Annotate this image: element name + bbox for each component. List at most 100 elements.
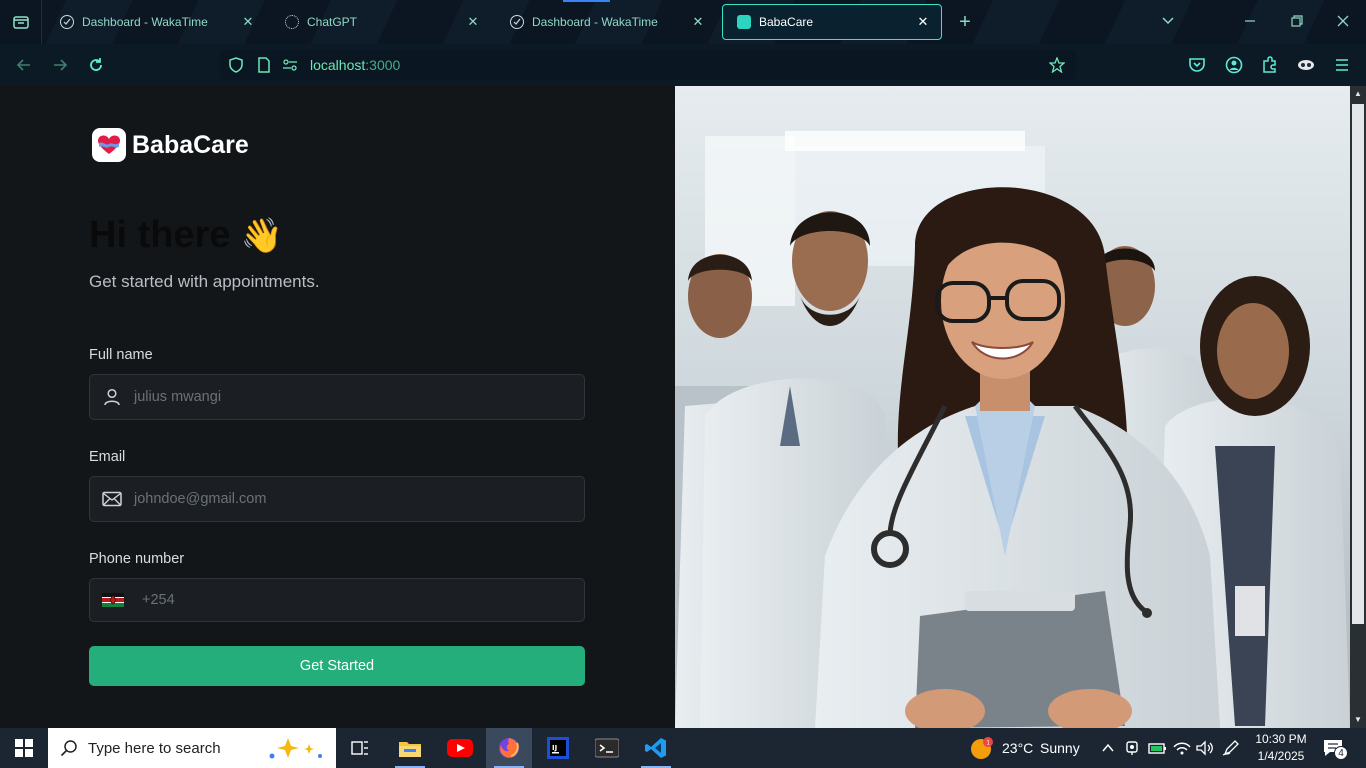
extension-profile-button[interactable] xyxy=(1294,53,1318,77)
battery-icon[interactable] xyxy=(1148,740,1168,761)
terminal-icon xyxy=(595,738,619,758)
close-tab-icon[interactable]: ✕ xyxy=(465,14,481,30)
youtube-button[interactable] xyxy=(437,728,483,768)
windows-logo-icon xyxy=(15,739,33,757)
page-info-icon[interactable] xyxy=(256,57,272,73)
arrow-right-icon xyxy=(54,59,68,71)
scrollbar-thumb[interactable] xyxy=(1352,104,1364,624)
phone-field[interactable]: +254 xyxy=(89,578,585,622)
terminal-button[interactable] xyxy=(584,728,630,768)
doctors-illustration xyxy=(675,86,1350,728)
intellij-button[interactable]: IJ xyxy=(535,728,581,768)
doctors-hero-image xyxy=(675,86,1350,728)
youtube-icon xyxy=(447,739,473,757)
address-bar[interactable]: localhost:3000 xyxy=(220,50,1076,80)
search-highlight-icon xyxy=(269,738,322,759)
back-button[interactable] xyxy=(12,53,36,77)
pocket-button[interactable] xyxy=(1185,53,1209,77)
restore-icon xyxy=(1291,15,1303,27)
pocket-icon xyxy=(1189,58,1205,72)
permissions-icon[interactable] xyxy=(282,57,298,73)
sun-icon: 1 xyxy=(971,737,993,759)
wakatime-icon xyxy=(60,15,74,29)
tab-babacare[interactable]: BabaCare ✕ xyxy=(722,4,942,40)
start-button[interactable] xyxy=(0,728,48,768)
show-hidden-icons-button[interactable] xyxy=(1100,740,1116,761)
wifi-icon[interactable] xyxy=(1173,740,1191,761)
reload-icon xyxy=(90,58,102,71)
page-heading: Hi there 👋 xyxy=(89,214,283,257)
list-all-tabs-button[interactable] xyxy=(1156,10,1180,34)
user-icon xyxy=(90,375,134,419)
reload-button[interactable] xyxy=(84,53,108,77)
pen-icon[interactable] xyxy=(1222,740,1240,761)
close-window-button[interactable] xyxy=(1331,10,1355,34)
close-tab-icon[interactable]: ✕ xyxy=(240,14,256,30)
url-host: localhost xyxy=(310,57,366,73)
account-button[interactable] xyxy=(1222,53,1246,77)
get-started-button[interactable]: Get Started xyxy=(89,646,585,686)
tab-title: Dashboard - WakaTime xyxy=(532,15,658,29)
minimize-window-button[interactable] xyxy=(1238,10,1262,34)
shield-icon[interactable] xyxy=(228,57,244,73)
wakatime-icon xyxy=(510,15,524,29)
tab-wakatime-1[interactable]: Dashboard - WakaTime ✕ xyxy=(46,4,266,40)
tab-title: BabaCare xyxy=(759,15,814,29)
windows-taskbar: Type here to search IJ 1 23°C Sunny 10:3… xyxy=(0,728,1366,768)
system-clock[interactable]: 10:30 PM 1/4/2025 xyxy=(1250,731,1312,765)
tab-wakatime-2[interactable]: Dashboard - WakaTime ✕ xyxy=(496,4,716,40)
phone-input[interactable]: +254 xyxy=(142,592,175,608)
url-port: :3000 xyxy=(365,57,401,73)
email-input[interactable]: johndoe@gmail.com xyxy=(134,491,266,507)
tab-title: ChatGPT xyxy=(307,15,358,29)
puzzle-icon xyxy=(1263,56,1276,73)
extensions-button[interactable] xyxy=(1258,53,1282,77)
file-explorer-button[interactable] xyxy=(387,728,433,768)
svg-text:IJ: IJ xyxy=(552,744,557,752)
weather-widget[interactable]: 1 xyxy=(970,737,994,766)
restore-window-button[interactable] xyxy=(1285,10,1309,34)
full-name-input[interactable]: julius mwangi xyxy=(134,389,221,405)
email-field[interactable]: johndoe@gmail.com xyxy=(89,476,585,522)
scroll-up-icon[interactable]: ▲ xyxy=(1353,89,1363,99)
close-tab-icon[interactable]: ✕ xyxy=(915,14,931,30)
url-text[interactable]: localhost:3000 xyxy=(310,57,400,73)
volume-icon[interactable] xyxy=(1196,740,1214,761)
scroll-down-icon[interactable]: ▼ xyxy=(1353,715,1363,725)
heading-text: Hi there xyxy=(89,214,231,256)
clock-time: 10:30 PM xyxy=(1255,732,1307,746)
waving-hand-icon: 👋 xyxy=(240,216,283,255)
kenya-flag-icon[interactable] xyxy=(102,593,124,607)
arrow-left-icon xyxy=(16,59,30,71)
menu-button[interactable] xyxy=(1330,53,1354,77)
babacare-logo-icon xyxy=(92,128,126,162)
forward-button[interactable] xyxy=(48,53,72,77)
minimize-icon xyxy=(1245,20,1255,22)
new-tab-button[interactable]: + xyxy=(954,10,976,34)
tab-overview-button[interactable] xyxy=(0,0,42,44)
phone-label: Phone number xyxy=(89,551,185,567)
envelope-icon xyxy=(90,477,134,521)
taskbar-search-box[interactable]: Type here to search xyxy=(48,728,336,768)
firefox-button[interactable] xyxy=(486,728,532,768)
tab-chatgpt[interactable]: ChatGPT ✕ xyxy=(271,4,491,40)
chevron-down-icon xyxy=(1162,17,1174,25)
brand-logo[interactable]: BabaCare xyxy=(92,128,249,162)
vscode-icon xyxy=(645,738,666,758)
brand-name: BabaCare xyxy=(132,130,249,159)
notifications-button[interactable]: 4 xyxy=(1322,736,1350,762)
tab-title: Dashboard - WakaTime xyxy=(82,15,208,29)
chatgpt-icon xyxy=(285,15,299,29)
task-view-button[interactable] xyxy=(337,728,383,768)
meet-now-icon[interactable] xyxy=(1124,740,1142,761)
account-icon xyxy=(1225,56,1243,74)
page-scrollbar[interactable]: ▲ ▼ xyxy=(1350,86,1366,728)
full-name-field[interactable]: julius mwangi xyxy=(89,374,585,420)
browser-toolbar: localhost:3000 xyxy=(0,44,1366,86)
email-label: Email xyxy=(89,449,126,465)
folder-icon xyxy=(399,742,421,757)
bookmark-star-icon[interactable] xyxy=(1049,57,1065,73)
close-tab-icon[interactable]: ✕ xyxy=(690,14,706,30)
firefox-icon xyxy=(499,738,519,758)
vscode-button[interactable] xyxy=(633,728,679,768)
